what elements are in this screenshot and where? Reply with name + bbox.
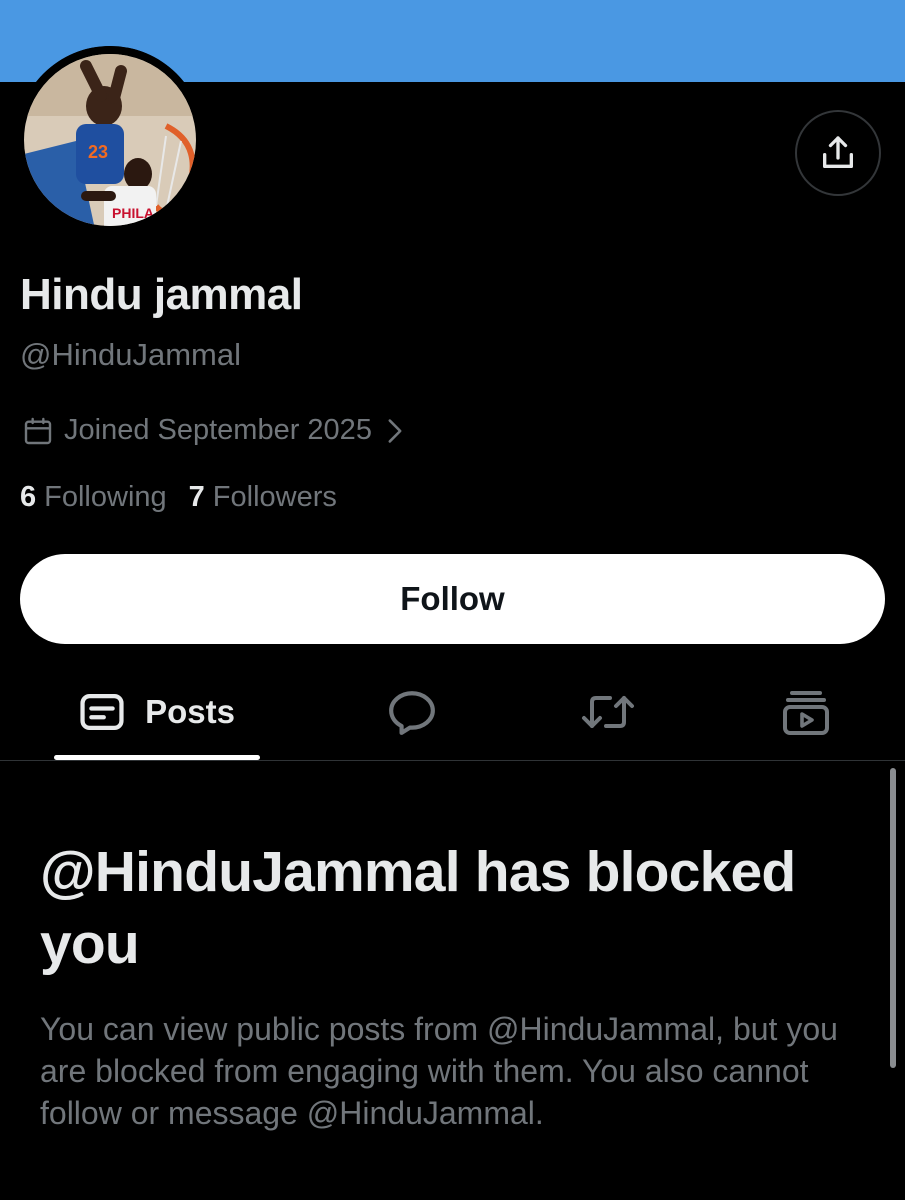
tab-media[interactable] [766,664,846,760]
follow-button[interactable]: Follow [20,554,885,644]
media-icon [782,689,830,735]
replies-icon [387,689,437,735]
follow-stats: 6 Following 7 Followers [20,481,359,514]
tab-reposts[interactable] [568,664,648,760]
reposts-icon [580,692,636,732]
scrollbar[interactable] [890,768,896,1068]
share-button[interactable] [795,110,881,196]
tab-posts[interactable]: Posts [52,664,262,760]
following-label: Following [44,481,167,513]
calendar-icon [22,415,54,447]
tabs-divider [0,760,905,761]
display-name: Hindu jammal [20,270,303,319]
profile-handle: @HinduJammal [20,337,241,372]
tab-replies[interactable] [372,664,452,760]
following-count: 6 [20,481,37,513]
profile-tabs: Posts [0,664,905,760]
joined-date-text: Joined September 2025 [64,414,372,446]
joined-date-row[interactable]: Joined September 2025 [22,414,404,447]
svg-text:23: 23 [88,142,108,162]
blocked-notice-title: @HinduJammal has blocked you [40,840,796,976]
following-stat[interactable]: 6 Following [20,481,167,514]
chevron-right-icon [386,418,404,444]
avatar[interactable]: 23 PHILA 21 [16,46,204,234]
share-icon [823,136,853,168]
blocked-notice-description: You can view public posts from @HinduJam… [40,1011,838,1131]
followers-count: 7 [188,481,205,513]
tab-posts-label: Posts [145,693,235,730]
posts-icon [79,692,125,732]
followers-stat[interactable]: 7 Followers [189,481,337,514]
followers-label: Followers [212,481,337,513]
avatar-image: 23 PHILA 21 [16,46,204,234]
